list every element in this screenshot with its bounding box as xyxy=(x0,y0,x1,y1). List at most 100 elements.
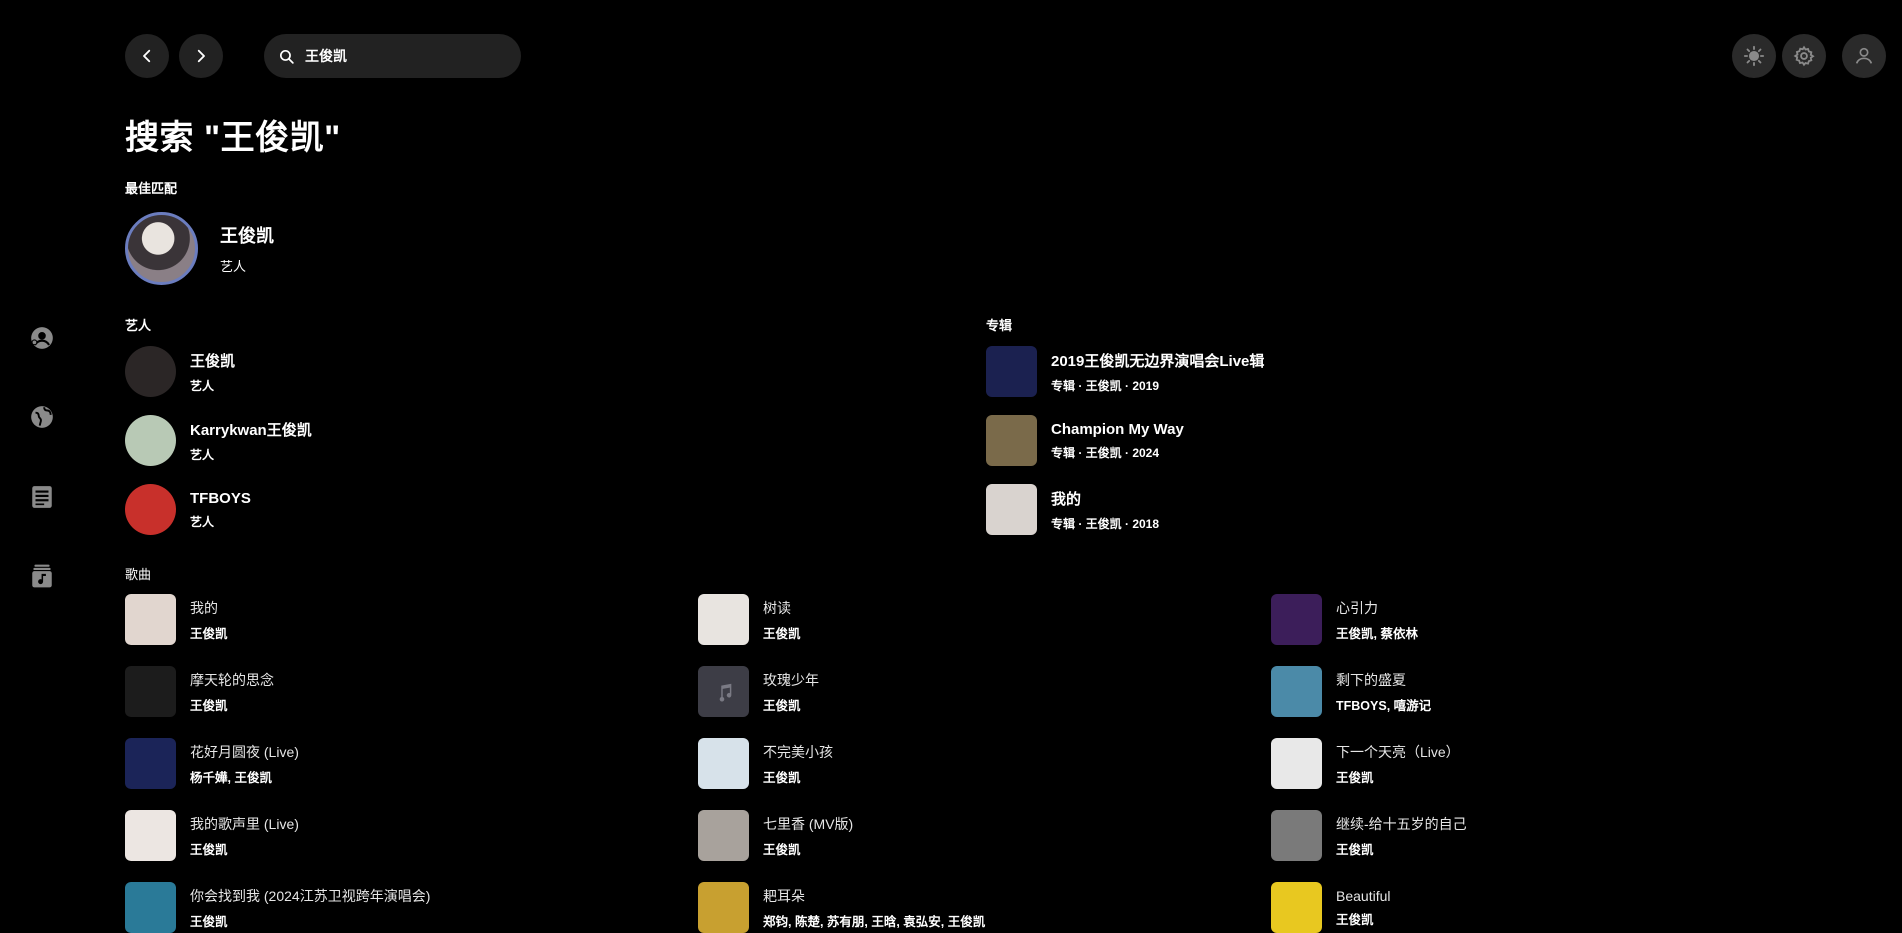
song-row[interactable]: 七里香 (MV版) 王俊凯 xyxy=(698,810,853,861)
song-row[interactable]: 我的歌声里 (Live) 王俊凯 xyxy=(125,810,299,861)
song-row-subtitle: 王俊凯 xyxy=(763,842,801,857)
search-icon xyxy=(279,49,294,64)
artist-row[interactable]: TFBOYS 艺人 xyxy=(125,484,251,535)
song-row[interactable]: 剩下的盛夏 TFBOYS, 嘻游记 xyxy=(1271,666,1431,717)
album-row-subtitle: 专辑 · 王俊凯 · 2024 xyxy=(1051,445,1160,460)
song-row-thumbnail xyxy=(125,666,176,717)
song-row-thumbnail xyxy=(1271,594,1322,645)
album-row[interactable]: Champion My Way 专辑 · 王俊凯 · 2024 xyxy=(986,415,1184,466)
song-row[interactable]: 继续-给十五岁的自己 王俊凯 xyxy=(1271,810,1467,861)
song-row-subtitle: 王俊凯 xyxy=(1336,770,1374,785)
album-row-thumbnail xyxy=(986,415,1037,466)
song-row-title: 心引力 xyxy=(1336,599,1378,616)
forward-button[interactable] xyxy=(179,34,223,78)
album-row-subtitle: 专辑 · 王俊凯 · 2018 xyxy=(1051,516,1160,531)
artist-row-subtitle: 艺人 xyxy=(190,378,215,393)
song-row[interactable]: 心引力王俊凯, 蔡依林 xyxy=(1271,594,1418,645)
album-row-title: Champion My Way xyxy=(1051,420,1184,438)
album-row[interactable]: 2019王俊凯无边界演唱会Live辑 专辑 · 王俊凯 · 2019 xyxy=(986,346,1264,397)
song-row-title: 下一个天亮（Live） xyxy=(1336,743,1460,760)
artist-row-title: Karrykwan王俊凯 xyxy=(190,421,312,439)
song-row-title: 摩天轮的思念 xyxy=(190,671,274,688)
back-button[interactable] xyxy=(125,34,169,78)
sidebar xyxy=(0,0,85,915)
song-row-thumbnail xyxy=(698,810,749,861)
globe-icon xyxy=(31,406,53,428)
song-row[interactable]: Beautiful 王俊凯 xyxy=(1271,882,1390,933)
artist-row-subtitle: 艺人 xyxy=(190,447,215,462)
best-match-avatar xyxy=(125,212,198,285)
chevron-left-icon xyxy=(143,49,151,63)
sidebar-library-button[interactable] xyxy=(24,479,60,515)
song-row-thumbnail xyxy=(698,882,749,933)
search-box[interactable] xyxy=(264,34,521,78)
song-row[interactable]: 下一个天亮（Live） 王俊凯 xyxy=(1271,738,1460,789)
song-row-thumbnail xyxy=(125,594,176,645)
song-row-thumbnail xyxy=(1271,882,1322,933)
song-row-thumbnail xyxy=(1271,738,1322,789)
gear-icon xyxy=(1793,45,1815,67)
song-row-subtitle: 王俊凯 xyxy=(190,842,228,857)
song-row-subtitle: 王俊凯 xyxy=(763,626,801,641)
song-row[interactable]: 我的 王俊凯 xyxy=(125,594,228,645)
best-match-name: 王俊凯 xyxy=(220,226,274,246)
sidebar-artists-button[interactable] xyxy=(24,320,60,356)
song-row-title: 继续-给十五岁的自己 xyxy=(1336,815,1467,832)
song-row-title: 花好月圆夜 (Live) xyxy=(190,743,299,760)
artist-row-thumbnail xyxy=(125,484,176,535)
song-row-thumbnail xyxy=(125,810,176,861)
settings-button[interactable] xyxy=(1782,34,1826,78)
song-row-title: 七里香 (MV版) xyxy=(763,815,854,832)
album-row-subtitle: 专辑 · 王俊凯 · 2019 xyxy=(1051,378,1160,393)
best-match-type: 艺人 xyxy=(220,259,247,274)
song-row-subtitle: 王俊凯 xyxy=(190,698,228,713)
song-row-title: 你会找到我 (2024江苏卫视跨年演唱会) xyxy=(190,887,431,904)
artist-row-title: 王俊凯 xyxy=(190,352,236,370)
album-row[interactable]: 我的专辑 · 王俊凯 · 2018 xyxy=(986,484,1159,535)
search-input[interactable] xyxy=(305,48,505,64)
song-row[interactable]: 不完美小孩 王俊凯 xyxy=(698,738,833,789)
song-row-thumbnail xyxy=(698,738,749,789)
song-row[interactable]: 摩天轮的思念 王俊凯 xyxy=(125,666,274,717)
song-row[interactable]: 你会找到我 (2024江苏卫视跨年演唱会) 王俊凯 xyxy=(125,882,430,933)
sun-icon xyxy=(1743,45,1765,67)
user-circle-icon xyxy=(31,327,53,349)
song-row-title: 剩下的盛夏 xyxy=(1336,671,1406,688)
album-row-title: 我的 xyxy=(1051,490,1082,508)
theme-toggle-button[interactable] xyxy=(1732,34,1776,78)
chevron-right-icon xyxy=(197,49,205,63)
song-row[interactable]: 玫瑰少年 王俊凯 xyxy=(698,666,819,717)
song-row-title: 我的歌声里 (Live) xyxy=(190,815,299,832)
song-row[interactable]: 树读 王俊凯 xyxy=(698,594,801,645)
song-row-thumbnail xyxy=(125,738,176,789)
song-row-subtitle: 郑钧, 陈楚, 苏有朋, 王晗, 袁弘安, 王俊凯 xyxy=(763,914,986,929)
song-row-subtitle: 王俊凯 xyxy=(190,626,228,641)
song-row-subtitle: 王俊凯 xyxy=(190,914,228,929)
song-row-title: 我的 xyxy=(190,599,218,616)
song-row-subtitle: 王俊凯 xyxy=(1336,842,1374,857)
list-icon xyxy=(32,486,52,508)
song-row[interactable]: 耙耳朵 郑钧, 陈楚, 苏有朋, 王晗, 袁弘安, 王俊凯 xyxy=(698,882,985,933)
artist-row[interactable]: Karrykwan王俊凯 艺人 xyxy=(125,415,312,466)
songs-label: 歌曲 xyxy=(125,567,152,582)
page-title: 搜索 "王俊凯" xyxy=(125,119,341,157)
artists-label: 艺人 xyxy=(125,318,152,333)
song-row-subtitle: TFBOYS, 嘻游记 xyxy=(1336,698,1432,713)
artist-row-thumbnail xyxy=(125,415,176,466)
song-row-thumbnail xyxy=(698,666,749,717)
sidebar-playlist-button[interactable] xyxy=(24,558,60,594)
account-button[interactable] xyxy=(1842,34,1886,78)
best-match-label: 最佳匹配 xyxy=(125,181,178,196)
song-row-thumbnail xyxy=(1271,810,1322,861)
song-row[interactable]: 花好月圆夜 (Live) 杨千嬅, 王俊凯 xyxy=(125,738,299,789)
song-row-title: 不完美小孩 xyxy=(763,743,833,760)
song-row-title: 玫瑰少年 xyxy=(763,671,819,688)
song-row-subtitle: 杨千嬅, 王俊凯 xyxy=(190,770,272,785)
song-row-subtitle: 王俊凯, 蔡依林 xyxy=(1336,626,1418,641)
artist-row[interactable]: 王俊凯 艺人 xyxy=(125,346,235,397)
artist-row-subtitle: 艺人 xyxy=(190,514,215,529)
song-row-title: Beautiful xyxy=(1336,887,1391,904)
best-match-card[interactable]: 王俊凯 艺人 xyxy=(125,212,274,285)
song-row-subtitle: 王俊凯 xyxy=(1336,912,1374,927)
sidebar-explore-button[interactable] xyxy=(24,399,60,435)
